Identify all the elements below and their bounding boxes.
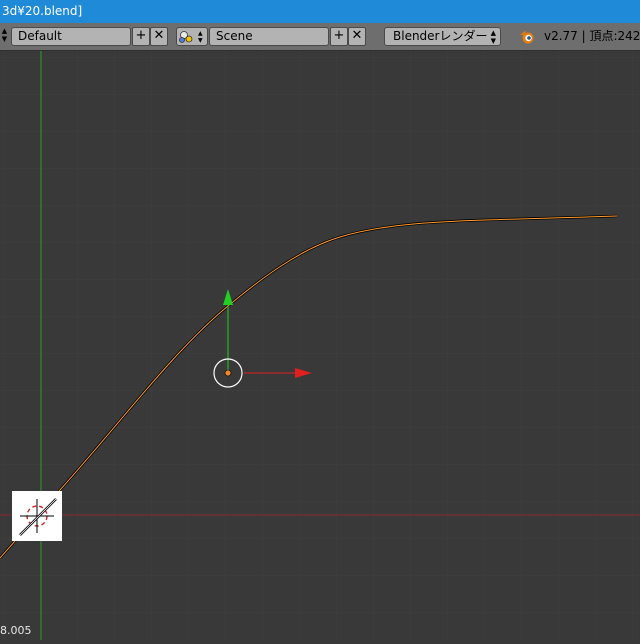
object-origin-dot	[224, 369, 232, 377]
screen-layout-field[interactable]: Default	[11, 27, 131, 46]
plus-icon: +	[135, 28, 147, 43]
screen-layout-name: Default	[18, 29, 62, 43]
window-title: 3d¥20.blend]	[2, 4, 83, 18]
screen-layout-selector-arrows[interactable]: ▲ ▼	[0, 27, 9, 46]
window-title-bar: 3d¥20.blend]	[0, 0, 640, 23]
close-icon: ✕	[153, 28, 165, 43]
svg-text:▼: ▼	[198, 37, 203, 44]
3d-cursor[interactable]	[12, 491, 62, 541]
version-stats: v2.77 | 頂点:242 |	[544, 29, 640, 43]
3d-viewport[interactable]	[0, 51, 640, 640]
delete-screen-layout-button[interactable]: ✕	[150, 27, 168, 46]
blender-logo-icon	[520, 31, 534, 44]
dropdown-arrow-icon: ▲ ▼	[490, 29, 496, 45]
scene-selector-button[interactable]: ▲ ▼	[176, 27, 208, 46]
render-engine-dropdown[interactable]: Blenderレンダー ▲ ▼	[384, 27, 501, 46]
svg-text:▲: ▲	[198, 30, 203, 37]
render-engine-label: Blenderレンダー	[393, 29, 488, 43]
viewport-status-text: 8.005	[0, 624, 32, 637]
viewport-canvas[interactable]	[0, 51, 640, 640]
add-scene-button[interactable]: +	[330, 27, 348, 46]
scene-name-field[interactable]: Scene	[209, 27, 329, 46]
scene-icon: ▲ ▼	[179, 30, 203, 44]
delete-scene-button[interactable]: ✕	[348, 27, 366, 46]
info-header: ▲ ▼ Default + ✕ ▲ ▼ Scene + ✕ Blenderレンダー…	[0, 23, 640, 51]
close-icon: ✕	[351, 28, 363, 43]
scene-name: Scene	[216, 29, 253, 43]
viewport-grid	[0, 51, 640, 640]
plus-icon: +	[333, 28, 345, 43]
add-screen-layout-button[interactable]: +	[132, 27, 150, 46]
